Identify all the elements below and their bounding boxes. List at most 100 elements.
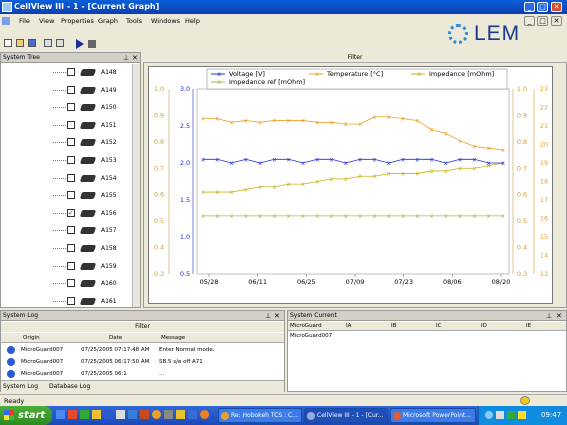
tree-connector: [53, 124, 66, 126]
checkbox[interactable]: [67, 173, 75, 182]
checkbox[interactable]: [67, 296, 75, 305]
log-row[interactable]: MicroGuard007 07/25/2005 07:17:48 AM Enter…: [1, 345, 271, 356]
pin-icon[interactable]: ⊥: [546, 311, 552, 321]
log-row[interactable]: MicroGuard007 07/25/2005 06:17:50 AM SB.5 …: [1, 357, 271, 368]
minimize-button[interactable]: _: [524, 2, 535, 12]
start-button[interactable]: start: [0, 406, 52, 425]
menu-properties[interactable]: Properties: [61, 17, 94, 25]
log-filter-bar[interactable]: Filter: [1, 322, 284, 332]
col-ie[interactable]: IE: [526, 323, 531, 329]
checkbox[interactable]: [67, 261, 75, 270]
start-label: start: [18, 410, 46, 421]
col-message[interactable]: Message: [161, 335, 185, 341]
quicklaunch-icon[interactable]: [68, 410, 77, 419]
tree-item[interactable]: A149: [1, 84, 141, 98]
menu-help[interactable]: Help: [185, 17, 200, 25]
col-microguard[interactable]: MicroGuard: [290, 323, 322, 329]
tree-item[interactable]: A152: [1, 136, 141, 150]
quicklaunch-icon[interactable]: [116, 410, 125, 419]
status-bar: Ready: [0, 394, 567, 406]
checkbox[interactable]: [67, 279, 75, 288]
tree-item[interactable]: ✓ A156: [1, 207, 141, 221]
current-row-origin[interactable]: MicroGuard007: [290, 333, 332, 339]
checkbox[interactable]: [67, 156, 75, 164]
tree-item-label: A157: [101, 227, 117, 235]
menu-file[interactable]: File: [19, 17, 30, 25]
panel-close-icon[interactable]: ✕: [556, 311, 562, 321]
tab-database-log[interactable]: Database Log: [49, 383, 90, 390]
log-row[interactable]: MicroGuard007 07/25/2005 06:1...: [1, 369, 271, 380]
checkbox[interactable]: [67, 244, 75, 252]
quicklaunch-icon[interactable]: [140, 410, 149, 419]
tree-item[interactable]: A157: [1, 224, 141, 238]
maximize-button[interactable]: □: [537, 2, 548, 12]
checkbox[interactable]: [67, 120, 75, 129]
tree-item[interactable]: A161: [1, 295, 141, 309]
quicklaunch-icon[interactable]: [92, 410, 101, 419]
checkbox[interactable]: ✓: [67, 208, 75, 217]
tree-item[interactable]: A158: [1, 242, 141, 256]
quicklaunch-icon[interactable]: [188, 410, 197, 419]
menu-view[interactable]: View: [39, 17, 54, 25]
open-icon[interactable]: [16, 39, 24, 47]
col-origin[interactable]: Origin: [23, 335, 40, 341]
new-icon[interactable]: [4, 39, 12, 47]
tray-icon[interactable]: [507, 411, 515, 419]
checkbox[interactable]: [67, 85, 75, 94]
menu-windows[interactable]: Windows: [151, 17, 180, 25]
quicklaunch-icon[interactable]: [56, 410, 65, 419]
tree-item[interactable]: A154: [1, 172, 141, 186]
col-ib[interactable]: IB: [391, 323, 396, 329]
print-preview-icon[interactable]: [56, 39, 64, 47]
quicklaunch-icon[interactable]: [128, 410, 137, 419]
quicklaunch-icon[interactable]: [164, 410, 173, 419]
col-id[interactable]: ID: [481, 323, 487, 329]
close-button[interactable]: ✕: [551, 2, 562, 12]
quicklaunch-icon[interactable]: [200, 410, 209, 419]
pin-icon[interactable]: ⊥: [123, 53, 129, 63]
quicklaunch-icon[interactable]: [80, 410, 89, 419]
checkbox[interactable]: [67, 138, 75, 147]
stop-icon[interactable]: [88, 40, 96, 48]
checkbox[interactable]: [67, 103, 75, 112]
tray-icon[interactable]: [485, 411, 493, 419]
print-icon[interactable]: [44, 39, 52, 47]
checkbox[interactable]: [67, 191, 75, 200]
task-cellview[interactable]: CellView III - 1 - [Cur...: [304, 408, 388, 423]
play-icon[interactable]: [76, 39, 84, 49]
menu-graph[interactable]: Graph: [98, 17, 118, 25]
panel-close-icon[interactable]: ✕: [132, 53, 138, 63]
tree-item[interactable]: A148: [1, 66, 141, 80]
quicklaunch-icon[interactable]: [152, 410, 161, 419]
tree-item[interactable]: A151: [1, 119, 141, 133]
pin-icon[interactable]: ⊥: [265, 311, 271, 321]
task-powerpoint[interactable]: Microsoft PowerPoint...: [390, 408, 476, 423]
tree-item-label: A148: [101, 69, 117, 76]
checkbox[interactable]: [67, 68, 75, 76]
col-ia[interactable]: IA: [346, 323, 351, 329]
graph-filter-bar[interactable]: Filter: [143, 52, 567, 63]
tree-scrollbar[interactable]: [132, 64, 140, 307]
save-icon[interactable]: [28, 39, 36, 47]
task-email[interactable]: Re: Hobokeh TCS : C...: [218, 408, 302, 423]
tree-item[interactable]: A159: [1, 260, 141, 274]
tree-connector: [53, 72, 66, 73]
log-header-row: Origin Date Message: [1, 333, 284, 343]
impedance-ref-point: x: [358, 212, 362, 220]
checkbox[interactable]: [67, 226, 75, 235]
col-date[interactable]: Date: [109, 335, 122, 341]
tray-icon[interactable]: [518, 411, 526, 419]
panel-close-icon[interactable]: ✕: [274, 311, 280, 321]
quicklaunch-icon[interactable]: [104, 410, 113, 419]
tree-item[interactable]: A150: [1, 101, 141, 115]
tray-icon[interactable]: [496, 411, 504, 419]
menu-tools[interactable]: Tools: [126, 17, 142, 25]
tree-item[interactable]: A153: [1, 154, 141, 168]
tree-item[interactable]: A155: [1, 189, 141, 203]
tab-system-log[interactable]: System Log: [3, 383, 38, 390]
quicklaunch-icon[interactable]: [176, 410, 185, 419]
tree-item[interactable]: A160: [1, 277, 141, 291]
tree-item-label: A151: [101, 121, 117, 129]
database-icon[interactable]: [520, 396, 530, 405]
col-ic[interactable]: IC: [436, 323, 441, 329]
